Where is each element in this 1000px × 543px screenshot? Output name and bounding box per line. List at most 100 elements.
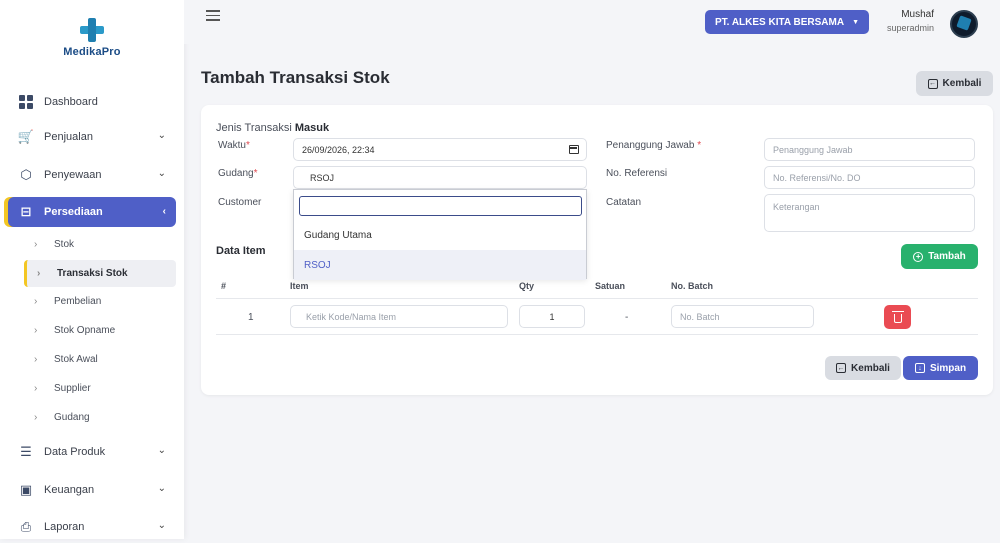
chevron-right-icon: › [37,268,41,279]
medical-cross-logo-icon [77,16,107,44]
col-header-qty: Qty [519,281,535,291]
calendar-icon[interactable] [569,145,579,154]
arrow-left-box-icon: ← [927,78,938,89]
gudang-select[interactable]: RSOJ [293,166,587,189]
sidebar-subitem-pembelian[interactable]: › Pembelian [24,288,176,315]
save-icon: ↓ [914,363,925,373]
item-placeholder: Ketik Kode/Nama Item [306,311,397,322]
no-referensi-label: No. Referensi [606,168,668,179]
waktu-label-text: Waktu [218,140,246,151]
sidebar-subitem-supplier[interactable]: › Supplier [24,375,176,402]
satuan-value: - [625,312,629,323]
sidebar-subitem-stok-opname[interactable]: › Stok Opname [24,317,176,344]
sidebar-item-data-produk[interactable]: ☰ Data Produk ⌄ [8,436,176,468]
topbar: PT. ALKES KITA BERSAMA ▼ Mushaf superadm… [184,0,1000,44]
organization-dropdown-button[interactable]: PT. ALKES KITA BERSAMA ▼ [705,10,869,34]
penanggung-jawab-input[interactable]: Penanggung Jawab [764,138,975,161]
subitem-label: Pembelian [54,296,102,307]
sidebar-item-keuangan[interactable]: ▣ Keuangan ⌄ [8,474,176,506]
penanggung-jawab-label: Penanggung Jawab * [606,140,701,151]
back-label: Kembali [851,362,890,374]
col-header-item: Item [290,281,309,291]
no-referensi-input[interactable]: No. Referensi/No. DO [764,166,975,189]
jenis-transaksi-row: Jenis Transaksi Masuk [216,122,329,134]
sidebar: MedikaPro Dashboard 🛒 Penjualan ⌄ ⬡ Peny… [0,0,184,539]
chevron-down-icon: ⌄ [157,168,166,179]
table-header-divider [216,298,978,299]
back-button-top[interactable]: ← Kembali [916,71,993,96]
back-button-bottom[interactable]: ← Kembali [825,356,901,380]
pj-placeholder: Penanggung Jawab [773,144,853,155]
jenis-transaksi-value: Masuk [294,122,330,134]
gudang-dropdown-menu: Gudang Utama RSOJ [293,189,587,280]
arrow-left-box-icon: ← [836,363,847,373]
logo[interactable]: MedikaPro [62,16,122,62]
hamburger-menu-icon[interactable] [206,10,220,24]
data-item-title: Data Item [216,245,266,257]
save-button[interactable]: ↓ Simpan [903,356,978,380]
save-label: Simpan [929,362,967,374]
item-search-input[interactable]: Ketik Kode/Nama Item [290,305,508,328]
option-label: RSOJ [304,259,331,271]
add-item-label: Tambah [928,251,966,262]
chevron-down-icon: ⌄ [157,445,166,456]
sidebar-item-label: Laporan [44,521,85,533]
back-label: Kembali [942,78,982,89]
catatan-placeholder: Keterangan [773,202,820,212]
batch-placeholder: No. Batch [680,311,720,322]
organization-label: PT. ALKES KITA BERSAMA [714,16,845,28]
option-label: Gudang Utama [304,229,372,241]
list-icon: ☰ [20,444,32,459]
dashboard-grid-icon [18,94,34,110]
delete-row-button[interactable] [884,305,911,329]
subitem-label: Supplier [54,383,91,394]
col-header-no: # [221,281,227,291]
sidebar-item-penyewaan[interactable]: ⬡ Penyewaan ⌄ [8,159,176,191]
sidebar-subitem-gudang[interactable]: › Gudang [24,404,176,431]
required-mark: * [245,140,250,151]
catatan-textarea[interactable]: Keterangan [764,194,975,232]
chevron-right-icon: › [34,354,38,365]
user-role: superadmin [886,23,934,33]
sidebar-item-penjualan[interactable]: 🛒 Penjualan ⌄ [8,121,176,153]
sidebar-item-persediaan[interactable]: ⊟ Persediaan ‹ [8,197,176,227]
qty-value: 1 [549,311,555,322]
dropdown-option-rsoj[interactable]: RSOJ [294,250,586,280]
chevron-down-icon: ⌄ [157,520,166,531]
sidebar-subitem-stok-awal[interactable]: › Stok Awal [24,346,176,373]
avatar[interactable] [950,10,978,38]
waktu-datetime-input[interactable]: 26/09/2026, 22:34 [293,138,587,161]
col-header-batch: No. Batch [671,281,714,291]
add-item-button[interactable]: + Tambah [901,244,978,269]
waktu-value: 26/09/2026, 22:34 [302,144,375,155]
box-icon: ⬡ [20,167,32,182]
required-mark: * [697,140,702,151]
user-info[interactable]: Mushaf superadmin [884,9,934,33]
chevron-down-icon: ⌄ [157,130,166,141]
sidebar-item-dashboard[interactable]: Dashboard [8,86,176,118]
sidebar-subitem-transaksi-stok[interactable]: › Transaksi Stok [24,260,176,287]
brand-name: MedikaPro [63,46,121,58]
gudang-label: Gudang* [218,168,258,179]
subitem-label: Transaksi Stok [57,268,128,279]
batch-input[interactable]: No. Batch [671,305,814,328]
dropdown-search-input[interactable] [299,196,582,216]
printer-icon: ⎙ [20,519,32,534]
gudang-value: RSOJ [310,172,335,183]
subitem-label: Gudang [54,412,90,423]
qty-input[interactable]: 1 [519,305,585,328]
sidebar-item-laporan[interactable]: ⎙ Laporan ⌄ [8,511,176,543]
subitem-label: Stok Awal [54,354,98,365]
chevron-down-icon: ⌄ [157,483,166,494]
chevron-left-icon: ‹ [162,206,166,217]
user-name: Mushaf [901,9,934,20]
dropdown-option-gudang-utama[interactable]: Gudang Utama [294,220,586,250]
sidebar-item-label: Penjualan [44,131,93,143]
chevron-right-icon: › [34,325,38,336]
pj-label-text: Penanggung Jawab [606,140,695,151]
page-title: Tambah Transaksi Stok [201,68,390,87]
jenis-transaksi-label: Jenis Transaksi [216,122,292,134]
subitem-label: Stok [54,239,75,250]
sidebar-subitem-stok[interactable]: › Stok [24,231,176,258]
chevron-right-icon: › [34,239,38,250]
